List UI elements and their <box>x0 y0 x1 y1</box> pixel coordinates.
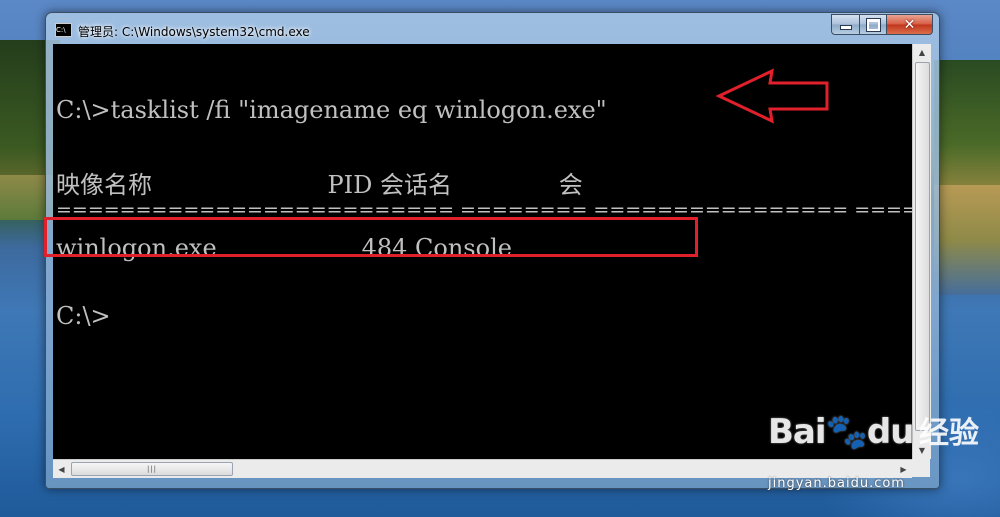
background-shore-right <box>934 185 1000 295</box>
window-title: 管理员: C:\Windows\system32\cmd.exe <box>78 25 310 39</box>
scroll-up-icon[interactable]: ▲ <box>913 44 931 61</box>
close-button[interactable]: ✕ <box>887 14 933 35</box>
vertical-scrollbar[interactable]: ▲ ▼ <box>912 44 931 459</box>
red-arrow-icon <box>716 68 829 124</box>
paw-icon: 🐾 <box>825 412 868 452</box>
watermark-suffix: 经验 <box>918 416 979 451</box>
maximize-icon <box>865 17 881 32</box>
close-icon: ✕ <box>903 16 916 33</box>
scroll-left-icon[interactable]: ◀ <box>53 460 70 478</box>
background-trees-right <box>934 60 1000 200</box>
window-controls: ✕ <box>831 14 933 35</box>
maximize-button[interactable] <box>860 14 887 35</box>
horizontal-scroll-thumb[interactable]: ||| <box>71 462 233 476</box>
table-header: 映像名称 PID 会话名 会 <box>56 171 583 199</box>
result-highlight-box <box>44 217 698 257</box>
command-line: C:\>tasklist /fi "imagename eq winlogon.… <box>56 96 607 124</box>
vertical-scroll-thumb[interactable] <box>915 62 930 431</box>
watermark-brand2: du <box>866 412 915 452</box>
title-bar[interactable]: C:\ 管理员: C:\Windows\system32\cmd.exe ✕ <box>46 13 939 45</box>
minimize-button[interactable] <box>831 14 860 35</box>
watermark-url: jingyan.baidu.com <box>768 476 905 491</box>
cmd-window-icon[interactable]: C:\ <box>55 23 72 37</box>
command-prompt: C:\> <box>56 302 111 330</box>
scrollbar-corner <box>912 459 930 477</box>
watermark-brand: Bai <box>768 412 827 452</box>
minimize-icon <box>839 25 852 30</box>
baidu-watermark: Bai🐾du 经验 <box>768 408 979 452</box>
